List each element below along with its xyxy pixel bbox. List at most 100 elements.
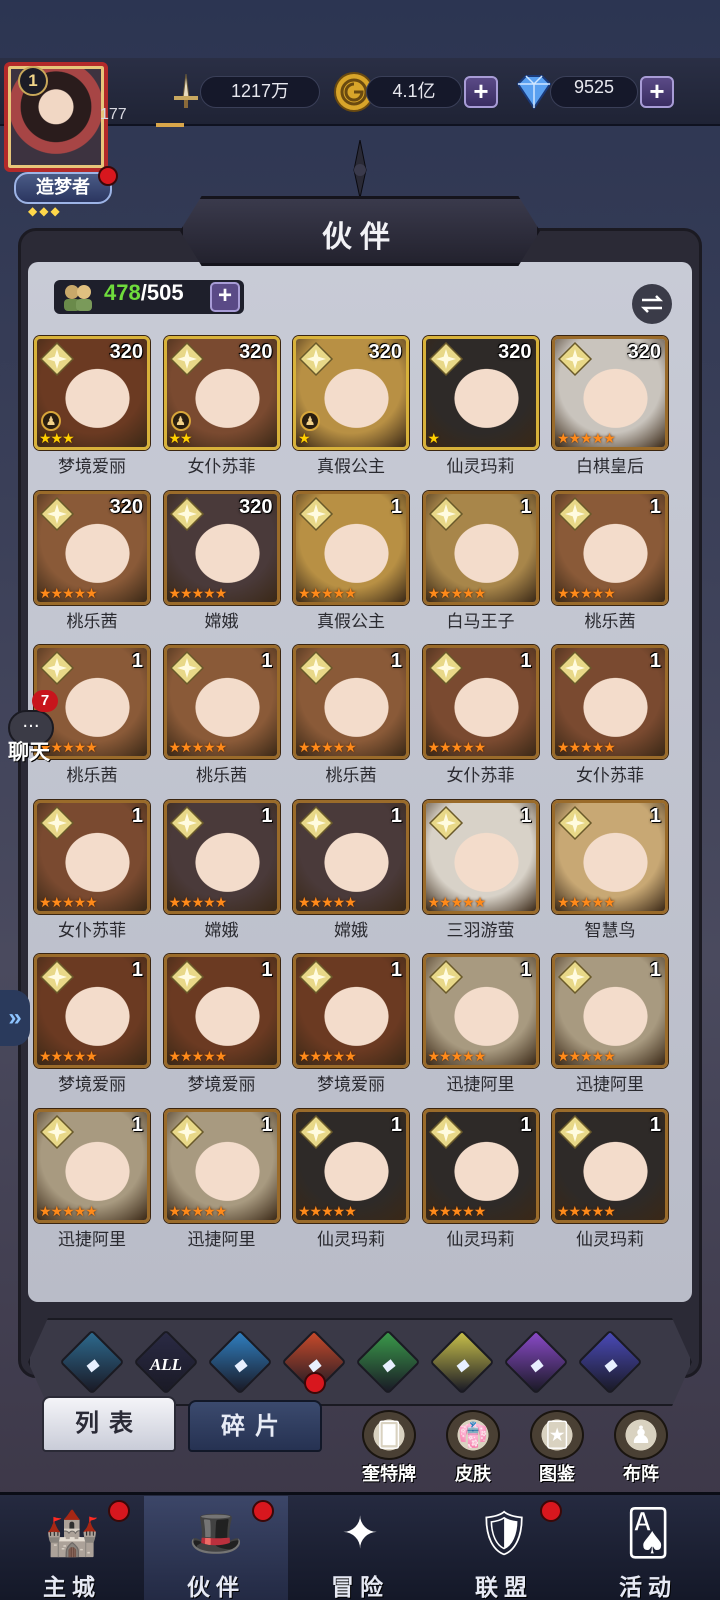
light-element-icon [298, 1114, 334, 1149]
partner-name: 仙灵玛莉 [317, 1229, 385, 1250]
codex-button[interactable]: 🃏 图鉴 [522, 1410, 592, 1486]
formation-button[interactable]: ♟ 布阵 [606, 1410, 676, 1486]
partner-card[interactable]: 1 ★★★★★ 白马王子 [422, 490, 539, 632]
filter-water-icon[interactable]: ◆ [207, 1329, 273, 1395]
nav-label: 冒险 [331, 1575, 389, 1600]
filter-diamond: ◆ [207, 1329, 273, 1395]
nav-events[interactable]: 🂡 活动 [576, 1496, 720, 1600]
partner-level: 1 [520, 804, 532, 827]
tab-list[interactable]: 列表 [42, 1396, 176, 1452]
star-rating: ★★★ [39, 431, 75, 447]
codex-icon: 🃏 [530, 1410, 584, 1460]
chess-piece-icon: ♟ [170, 411, 191, 431]
partner-card[interactable]: 1 ★★★★★ 嫦娥 [163, 799, 280, 941]
partner-name: 白棋皇后 [576, 457, 644, 477]
add-diamond-button[interactable]: + [640, 76, 674, 108]
nav-label: 主城 [43, 1575, 101, 1600]
tarot-button[interactable]: 🂠 奎特牌 [354, 1410, 424, 1486]
partner-card[interactable]: 1 ★★★★★ 迅捷阿里 [552, 954, 668, 1095]
partner-card[interactable]: 1 ★★★★★ 嫦娥 [293, 799, 409, 941]
diamond-value: 9525 [573, 77, 615, 97]
star-rating: ★★★★★ [298, 1049, 357, 1065]
partner-card[interactable]: 1 ★★★★★ 女仆苏菲 [34, 799, 150, 941]
partner-card[interactable]: 320 ★★★★★ 嫦娥 [163, 490, 280, 632]
light-element-icon [39, 341, 75, 377]
player-level-badge: 1 [18, 66, 48, 96]
partner-card[interactable]: 320 ★ 仙灵玛莉 [422, 336, 539, 477]
partner-card[interactable]: 1 ★★★★★ 真假公主 [293, 490, 409, 632]
filter-shield-icon[interactable]: ◆ [59, 1329, 125, 1395]
skin-icon: 👘 [446, 1410, 500, 1460]
light-element-icon [557, 341, 593, 377]
expand-capacity-button[interactable]: + [210, 282, 240, 312]
partner-card[interactable]: 1 ★★★★★ 桃乐茜 [293, 645, 409, 786]
partner-portrait: 1 ★★★★★ [34, 954, 150, 1068]
add-gold-button[interactable]: + [464, 76, 498, 108]
partner-portrait: 1 ★★★★★ [422, 954, 539, 1068]
partner-card[interactable]: 1 ★★★★★ 仙灵玛莉 [552, 1108, 668, 1250]
partner-card[interactable]: 320 ♟ ★★★ 梦境爱丽 [34, 336, 150, 477]
partner-card[interactable]: 1 ★★★★★ 女仆苏菲 [552, 645, 668, 786]
star-rating: ★★★★★ [557, 740, 616, 756]
star-rating: ★★★★★ [168, 1049, 228, 1065]
partner-name: 梦境爱丽 [58, 457, 126, 477]
partner-card[interactable]: 1 ★★★★★ 桃乐茜 [163, 645, 280, 786]
filter-moon-icon[interactable]: ◆ [503, 1329, 569, 1395]
light-element-icon [428, 1114, 463, 1149]
partner-name: 梦境爱丽 [317, 1075, 385, 1095]
filter-label: ◆ [603, 1356, 617, 1374]
partner-portrait: 1 ★★★★★ [552, 799, 668, 914]
star-rating: ★★★★★ [168, 894, 228, 911]
partner-card[interactable]: 320 ★★★★★ 白棋皇后 [552, 336, 668, 477]
partner-level: 1 [649, 650, 661, 672]
partner-name: 女仆苏菲 [187, 457, 256, 477]
filter-light-icon[interactable]: ◆ [429, 1329, 495, 1395]
skin-button[interactable]: 👘 皮肤 [438, 1410, 508, 1486]
alliance-icon: 🛡 [476, 1508, 532, 1559]
partner-name: 女仆苏菲 [58, 920, 126, 941]
partner-card[interactable]: 1 ★★★★★ 仙灵玛莉 [422, 1108, 539, 1250]
partner-card[interactable]: 1 ★★★★★ 迅捷阿里 [163, 1108, 280, 1250]
filter-all-icon[interactable]: ALL [133, 1329, 199, 1395]
partner-card[interactable]: 1 ★★★★★ 智慧鸟 [552, 799, 668, 941]
partner-card[interactable]: 1 ★★★★★ 女仆苏菲 [422, 645, 539, 786]
partner-portrait: 1 ★★★★★ [552, 490, 668, 605]
chat-button[interactable]: ··· 7 聊天 [0, 690, 66, 770]
nav-notification-dot [540, 1500, 562, 1522]
partner-portrait: 320 ★★★★★ [552, 336, 668, 450]
partner-portrait: 1 ★★★★★ [422, 490, 539, 605]
partner-level: 320 [239, 341, 273, 363]
partner-card[interactable]: 1 ★★★★★ 桃乐茜 [552, 490, 668, 632]
filter-void-icon[interactable]: ◆ [577, 1329, 643, 1395]
filter-wind-icon[interactable]: ◆ [355, 1329, 421, 1395]
partner-card[interactable]: 320 ♟ ★ 真假公主 [293, 336, 409, 477]
partner-card[interactable]: 320 ♟ ★★ 女仆苏菲 [163, 336, 280, 477]
partner-level: 1 [390, 959, 402, 981]
partner-card[interactable]: 1 ★★★★★ 迅捷阿里 [34, 1108, 150, 1250]
partner-level: 1 [131, 1113, 143, 1136]
partner-portrait: 1 ★★★★★ [293, 954, 409, 1068]
partner-portrait: 1 ★★★★★ [34, 1108, 150, 1223]
star-rating: ★★★★★ [298, 894, 357, 911]
partner-name: 智慧鸟 [584, 920, 636, 941]
light-element-icon [557, 1114, 593, 1149]
partner-count-current: 478 [104, 280, 141, 305]
chat-label: 聊天 [8, 740, 50, 764]
sort-toggle-button[interactable] [632, 284, 672, 324]
partner-card[interactable]: 1 ★★★★★ 梦境爱丽 [163, 954, 280, 1095]
partner-portrait: 320 ★★★★★ [163, 490, 280, 605]
tab-shards[interactable]: 碎片 [188, 1400, 322, 1452]
partner-card[interactable]: 320 ★★★★★ 桃乐茜 [34, 490, 150, 632]
partner-card[interactable]: 1 ★★★★★ 梦境爱丽 [34, 954, 150, 1095]
nav-adventure[interactable]: ✦ 冒险 [288, 1496, 432, 1600]
partner-level: 1 [520, 495, 532, 518]
partner-card[interactable]: 1 ★★★★★ 三羽游萤 [422, 799, 539, 941]
partner-name: 真假公主 [317, 611, 385, 632]
side-expand-arrow-icon[interactable]: » [0, 990, 30, 1046]
partner-level: 1 [390, 650, 402, 672]
partner-card[interactable]: 1 ★★★★★ 仙灵玛莉 [293, 1108, 409, 1250]
partner-card[interactable]: 1 ★★★★★ 迅捷阿里 [422, 954, 539, 1095]
nav-label: 伙伴 [187, 1575, 245, 1600]
star-rating: ★★★★★ [168, 585, 228, 602]
partner-card[interactable]: 1 ★★★★★ 梦境爱丽 [293, 954, 409, 1095]
